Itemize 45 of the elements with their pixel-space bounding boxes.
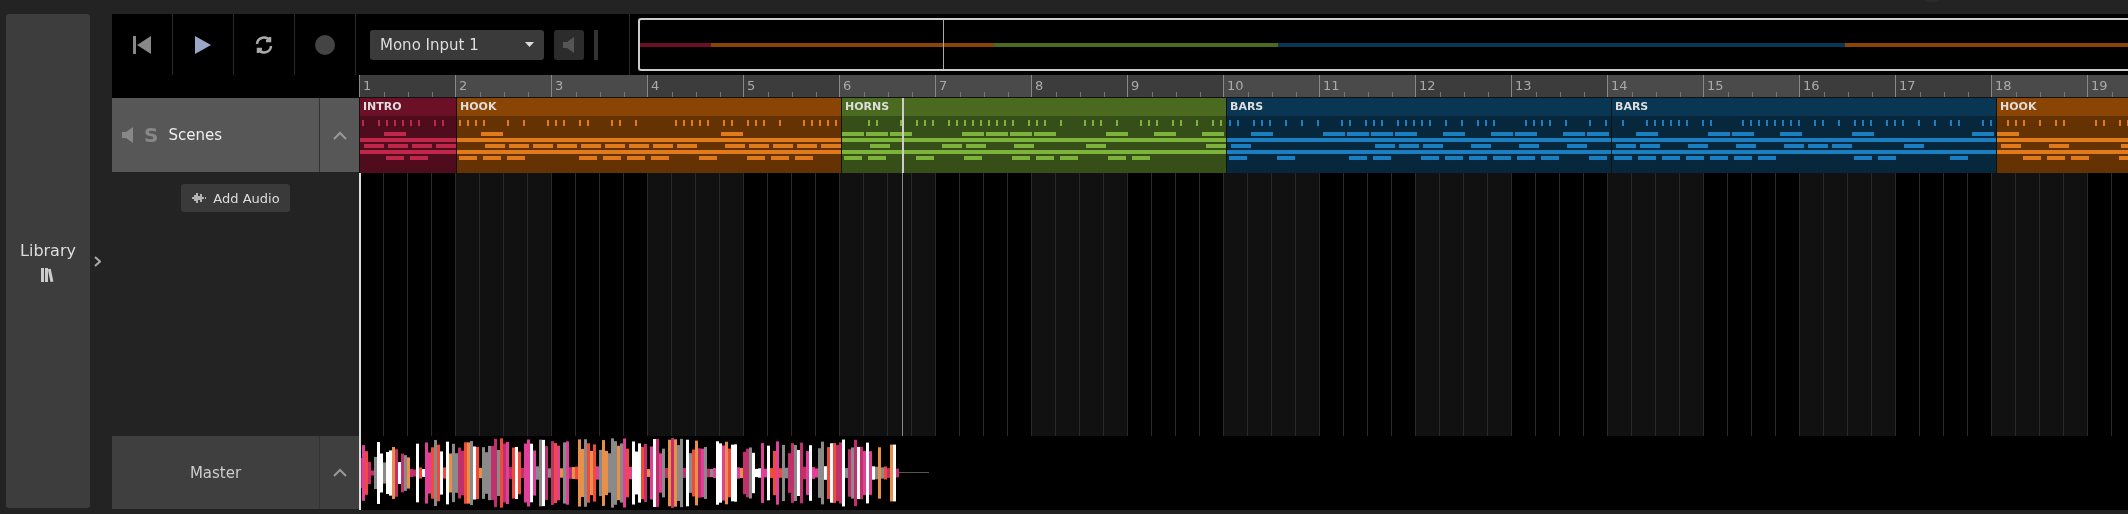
speaker-icon[interactable] bbox=[122, 127, 134, 143]
bar-number: 18 bbox=[1994, 78, 2012, 93]
library-panel[interactable]: Library bbox=[6, 14, 90, 508]
bar-number: 11 bbox=[1322, 78, 1340, 93]
caret-up-icon bbox=[332, 468, 347, 477]
bar-number: 5 bbox=[746, 78, 756, 93]
scene-clip[interactable]: HORNS bbox=[841, 98, 1226, 173]
skip-back-icon bbox=[132, 34, 152, 55]
track-name: Scenes bbox=[168, 126, 222, 144]
waveform-icon bbox=[191, 192, 208, 204]
caret-up-icon bbox=[332, 130, 347, 140]
bar-number: 12 bbox=[1418, 78, 1436, 93]
bar-number: 7 bbox=[938, 78, 948, 93]
scene-clip[interactable]: HOOK bbox=[1996, 98, 2128, 173]
scene-clip[interactable]: HOOK bbox=[456, 98, 841, 173]
song-overview[interactable] bbox=[638, 18, 2128, 71]
record-icon bbox=[314, 33, 336, 56]
bar-number: 17 bbox=[1898, 78, 1916, 93]
bar-number: 9 bbox=[1130, 78, 1140, 93]
loop-icon bbox=[253, 34, 275, 55]
play-icon bbox=[194, 34, 212, 55]
bar-number: 8 bbox=[1034, 78, 1044, 93]
bar-number: 19 bbox=[2090, 78, 2108, 93]
input-select[interactable]: Mono Input 1 bbox=[370, 29, 544, 60]
bar-number: 1 bbox=[362, 78, 372, 93]
add-audio-button[interactable]: Add Audio bbox=[181, 184, 290, 212]
bar-number: 3 bbox=[554, 78, 564, 93]
bar-number: 13 bbox=[1514, 78, 1532, 93]
bar-number: 14 bbox=[1610, 78, 1628, 93]
scene-clip[interactable]: INTRO bbox=[359, 98, 456, 173]
bar-number: 4 bbox=[650, 78, 660, 93]
books-icon bbox=[41, 267, 55, 282]
monitor-button[interactable] bbox=[554, 29, 584, 60]
dropdown-caret-icon bbox=[525, 42, 534, 47]
chevron-right-icon bbox=[94, 255, 101, 267]
track-name: Master bbox=[188, 463, 243, 482]
bar-number: 16 bbox=[1802, 78, 1820, 93]
input-level-meter bbox=[594, 29, 598, 60]
scene-clip[interactable]: BARS bbox=[1611, 98, 1996, 173]
bar-number: 15 bbox=[1706, 78, 1724, 93]
bar-number: 6 bbox=[842, 78, 852, 93]
speaker-icon bbox=[563, 36, 575, 53]
bar-number: 10 bbox=[1226, 78, 1244, 93]
scene-clip[interactable]: BARS bbox=[1226, 98, 1611, 173]
bar-number: 2 bbox=[458, 78, 468, 93]
